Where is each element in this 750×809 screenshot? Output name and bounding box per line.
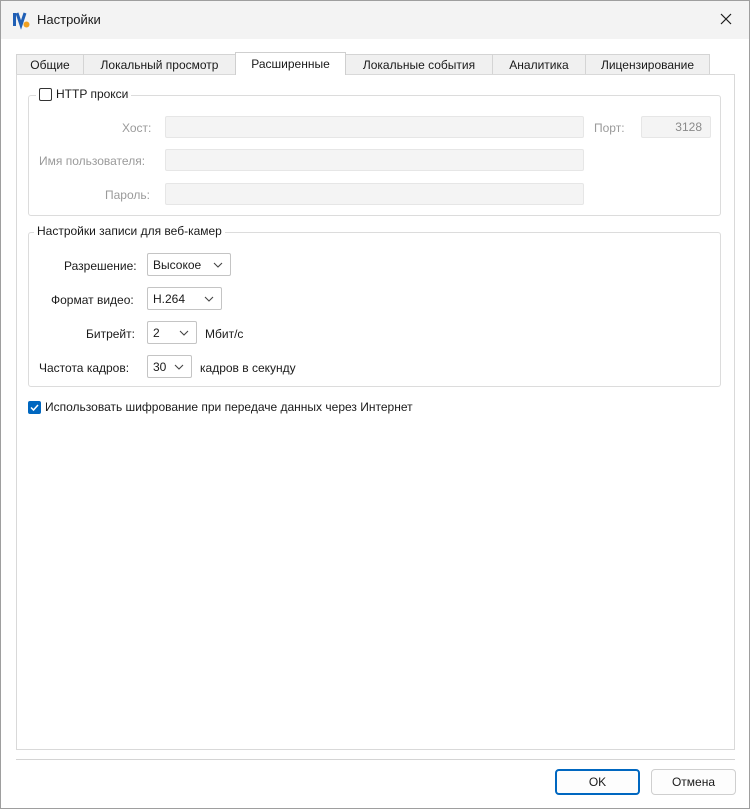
tab-bar: Общие Локальный просмотр Расширенные Лок…	[16, 52, 710, 75]
port-label: Порт:	[594, 121, 625, 135]
tab-local-events[interactable]: Локальные события	[345, 54, 493, 75]
bitrate-value: 2	[153, 325, 160, 340]
webcam-settings-group: Настройки записи для веб-камер Разрешени…	[28, 224, 721, 387]
checkmark-icon	[30, 403, 39, 411]
encryption-option[interactable]: Использовать шифрование при передаче дан…	[28, 400, 413, 414]
bitrate-select[interactable]: 2	[147, 321, 197, 344]
tab-local-view[interactable]: Локальный просмотр	[83, 54, 236, 75]
tab-analytics[interactable]: Аналитика	[492, 54, 586, 75]
window-title: Настройки	[37, 12, 101, 27]
resolution-value: Высокое	[153, 257, 202, 272]
webcam-settings-legend: Настройки записи для веб-камер	[34, 224, 225, 238]
chevron-down-icon	[174, 364, 184, 370]
http-proxy-group: HTTP прокси Хост: Порт: 3128 Имя пользов…	[28, 87, 721, 216]
fps-select[interactable]: 30	[147, 355, 192, 378]
http-proxy-legend: HTTP прокси	[36, 87, 132, 101]
http-proxy-label: HTTP прокси	[56, 87, 129, 101]
settings-dialog: Настройки Общие Локальный просмотр Расши…	[0, 0, 750, 809]
video-format-value: H.264	[153, 291, 186, 306]
resolution-select[interactable]: Высокое	[147, 253, 231, 276]
bitrate-unit: Мбит/с	[205, 327, 244, 341]
title-bar[interactable]: Настройки	[1, 1, 749, 39]
username-label: Имя пользователя:	[39, 154, 146, 168]
chevron-down-icon	[204, 296, 214, 302]
username-input[interactable]	[165, 149, 584, 171]
bitrate-label: Битрейт:	[86, 327, 135, 341]
fps-value: 30	[153, 359, 167, 374]
port-input[interactable]: 3128	[641, 116, 711, 138]
iv-logo-icon	[11, 10, 31, 30]
fps-label: Частота кадров:	[39, 361, 130, 375]
chevron-down-icon	[179, 330, 189, 336]
fps-unit: кадров в секунду	[200, 361, 296, 375]
video-format-label: Формат видео:	[51, 293, 134, 307]
password-input[interactable]	[165, 183, 584, 205]
password-label: Пароль:	[105, 188, 150, 202]
close-button[interactable]	[703, 1, 749, 37]
ok-button[interactable]: OK	[555, 769, 640, 795]
tab-advanced[interactable]: Расширенные	[235, 52, 346, 75]
encryption-label: Использовать шифрование при передаче дан…	[45, 400, 413, 414]
tab-general[interactable]: Общие	[16, 54, 84, 75]
cancel-button[interactable]: Отмена	[651, 769, 736, 795]
chevron-down-icon	[213, 262, 223, 268]
http-proxy-checkbox[interactable]	[39, 87, 52, 101]
host-input[interactable]	[165, 116, 584, 138]
host-label: Хост:	[122, 121, 152, 135]
encryption-checkbox[interactable]	[28, 400, 41, 414]
video-format-select[interactable]: H.264	[147, 287, 222, 310]
tab-licensing[interactable]: Лицензирование	[585, 54, 710, 75]
advanced-tab-panel: HTTP прокси Хост: Порт: 3128 Имя пользов…	[16, 74, 735, 750]
footer-divider	[16, 759, 735, 760]
close-icon	[720, 13, 732, 25]
resolution-label: Разрешение:	[64, 259, 137, 273]
